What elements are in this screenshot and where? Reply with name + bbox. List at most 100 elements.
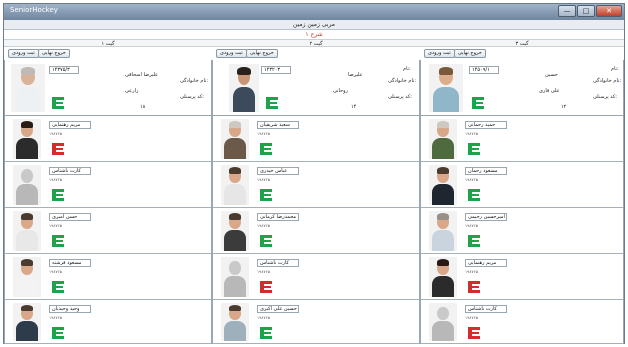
minimize-button[interactable]: — <box>558 5 576 17</box>
person-tile[interactable]: حسین علی اکبری ۱۹۸۷۶۵ <box>213 300 419 344</box>
page-subtitle: شرح ۱ <box>305 31 323 38</box>
father-label: نام خانوادگی: <box>593 78 622 84</box>
entry-icon[interactable] <box>259 326 273 340</box>
person-tile[interactable]: مریم رهنمایی ۱۹۸۷۶۵ <box>5 116 211 162</box>
person-photo <box>221 303 249 341</box>
person-name: حسین <box>545 72 558 78</box>
entry-icon[interactable] <box>51 234 65 248</box>
entry-icon[interactable] <box>259 234 273 248</box>
person-tile[interactable]: مریم رهنمایی ۱۹۸۷۶۵ <box>421 254 623 300</box>
person-photo <box>13 165 41 205</box>
person-name-field[interactable]: امیرحسین رحیمی <box>465 213 507 221</box>
page-header: مربی زمین زمین <box>4 20 624 30</box>
entry-icon[interactable] <box>51 188 65 202</box>
person-tile[interactable]: کارت ناشناس ۱۹۸۷۶۵ <box>421 300 623 344</box>
person-tile[interactable]: حمید رحمانی ۱۹۸۷۶۵ <box>421 116 623 162</box>
person-name-field[interactable]: وحید وحیدیان <box>49 305 91 313</box>
exit-icon[interactable] <box>51 142 65 156</box>
entry-icon[interactable] <box>467 234 481 248</box>
person-tile[interactable]: سعید شریفیان ۱۹۸۷۶۵ <box>213 116 419 162</box>
person-name-field[interactable]: حسن امیری <box>49 213 91 221</box>
register-entry-button[interactable]: ثبت ورودی <box>8 49 39 58</box>
person-id: ۱۹۸۷۶۵ <box>257 315 270 320</box>
entry-icon[interactable] <box>51 280 65 294</box>
entry-icon[interactable] <box>259 142 273 156</box>
exit-icon[interactable] <box>259 280 273 294</box>
register-entry-button[interactable]: ثبت ورودی <box>216 49 247 58</box>
person-name: علیرضا <box>348 72 363 78</box>
final-exit-button[interactable]: خروج نهایی <box>38 49 70 58</box>
person-id: ۱۹۸۷۶۵ <box>257 177 270 182</box>
person-tile[interactable]: کارت ناشناس ۱۹۸۷۶۵ <box>5 162 211 208</box>
person-tile[interactable]: کارت ناشناس ۱۹۸۷۶۵ <box>213 254 419 300</box>
person-code-field[interactable]: ۱۴۳۲۰۳ <box>261 66 291 74</box>
exit-icon[interactable] <box>467 326 481 340</box>
maximize-button[interactable]: □ <box>577 5 595 17</box>
person-member: ۱۸ <box>140 104 146 110</box>
person-code-field[interactable]: ۱۴۵۰۹/۱ <box>469 66 499 74</box>
member-label: کد پرسنلی: <box>388 94 412 100</box>
person-name-field[interactable]: کارت ناشناس <box>465 305 507 313</box>
gate-column: ۱۴۳۲۰۳ نام: علیرضا نام خانوادگی: روحانی … <box>212 60 420 344</box>
entry-icon[interactable] <box>259 188 273 202</box>
featured-person-card[interactable]: ۱۴۳۲۰۳ نام: علیرضا نام خانوادگی: روحانی … <box>213 60 419 116</box>
person-photo <box>229 64 259 112</box>
person-name-field[interactable]: مسعود رحمان <box>465 167 507 175</box>
person-code-field[interactable]: ۱۴۳۷۵/۳ <box>49 66 79 74</box>
person-tile[interactable]: وحید وحیدیان ۱۹۸۷۶۵ <box>5 300 211 344</box>
person-photo <box>429 64 463 112</box>
exit-icon[interactable] <box>467 280 481 294</box>
entry-icon[interactable] <box>467 188 481 202</box>
person-id: ۱۹۸۷۶۵ <box>49 177 62 182</box>
person-photo <box>429 119 457 159</box>
person-photo <box>13 303 41 341</box>
person-id: ۱۹۸۷۶۵ <box>257 269 270 274</box>
person-tile[interactable]: امیرحسین رحیمی ۱۹۸۷۶۵ <box>421 208 623 254</box>
member-label: کد پرسنلی: <box>180 94 204 100</box>
person-photo <box>429 257 457 297</box>
person-name-field[interactable]: مسعود فرشته <box>49 259 91 267</box>
father-label: نام خانوادگی: <box>180 78 209 84</box>
person-name-field[interactable]: کارت ناشناس <box>49 167 91 175</box>
person-tile[interactable]: محمدرضا کرمانی ۱۹۸۷۶۵ <box>213 208 419 254</box>
entry-icon[interactable] <box>471 96 485 110</box>
person-tile[interactable]: مسعود رحمان ۱۹۸۷۶۵ <box>421 162 623 208</box>
gate-column: ۱۴۳۷۵/۳ علیرضا اسحاقی نام خانوادگی: زارع… <box>4 60 212 344</box>
person-photo <box>221 211 249 251</box>
final-exit-button[interactable]: خروج نهایی <box>246 49 278 58</box>
person-tile[interactable]: مسعود فرشته ۱۹۸۷۶۵ <box>5 254 211 300</box>
close-button[interactable]: ✕ <box>596 5 622 17</box>
person-father: روحانی <box>333 88 349 94</box>
person-name-field[interactable]: حسین علی اکبری <box>257 305 299 313</box>
entry-icon[interactable] <box>51 326 65 340</box>
person-id: ۱۹۸۷۶۵ <box>49 315 62 320</box>
person-name-field[interactable]: سعید شریفیان <box>257 121 299 129</box>
final-exit-button[interactable]: خروج نهایی <box>454 49 486 58</box>
person-name-field[interactable]: کارت ناشناس <box>257 259 299 267</box>
person-name-field[interactable]: مریم رهنمایی <box>465 259 507 267</box>
window-controls: — □ ✕ <box>558 5 622 17</box>
person-name-field[interactable]: مریم رهنمایی <box>49 121 91 129</box>
person-photo <box>429 211 457 251</box>
name-label: نام: <box>611 66 619 72</box>
person-tile[interactable]: عباس حیدری ۱۹۸۷۶۵ <box>213 162 419 208</box>
entry-icon[interactable] <box>51 96 65 110</box>
register-entry-button[interactable]: ثبت ورودی <box>424 49 455 58</box>
person-id: ۱۹۸۷۶۵ <box>465 269 478 274</box>
featured-person-card[interactable]: ۱۴۵۰۹/۱ نام: حسین نام خانوادگی: علی قاری… <box>421 60 623 116</box>
person-id: ۱۹۸۷۶۵ <box>257 223 270 228</box>
person-name-field[interactable]: حمید رحمانی <box>465 121 507 129</box>
person-photo <box>221 119 249 159</box>
person-name-field[interactable]: محمدرضا کرمانی <box>257 213 299 221</box>
father-label: نام خانوادگی: <box>388 78 417 84</box>
person-member: ۱۲ <box>561 104 567 110</box>
person-id: ۱۹۸۷۶۵ <box>49 131 62 136</box>
person-photo <box>13 257 41 297</box>
person-tile[interactable]: حسن امیری ۱۹۸۷۶۵ <box>5 208 211 254</box>
person-photo <box>13 211 41 251</box>
featured-person-card[interactable]: ۱۴۳۷۵/۳ علیرضا اسحاقی نام خانوادگی: زارع… <box>5 60 211 116</box>
person-id: ۱۹۸۷۶۵ <box>49 269 62 274</box>
person-name-field[interactable]: عباس حیدری <box>257 167 299 175</box>
entry-icon[interactable] <box>265 96 279 110</box>
entry-icon[interactable] <box>467 142 481 156</box>
